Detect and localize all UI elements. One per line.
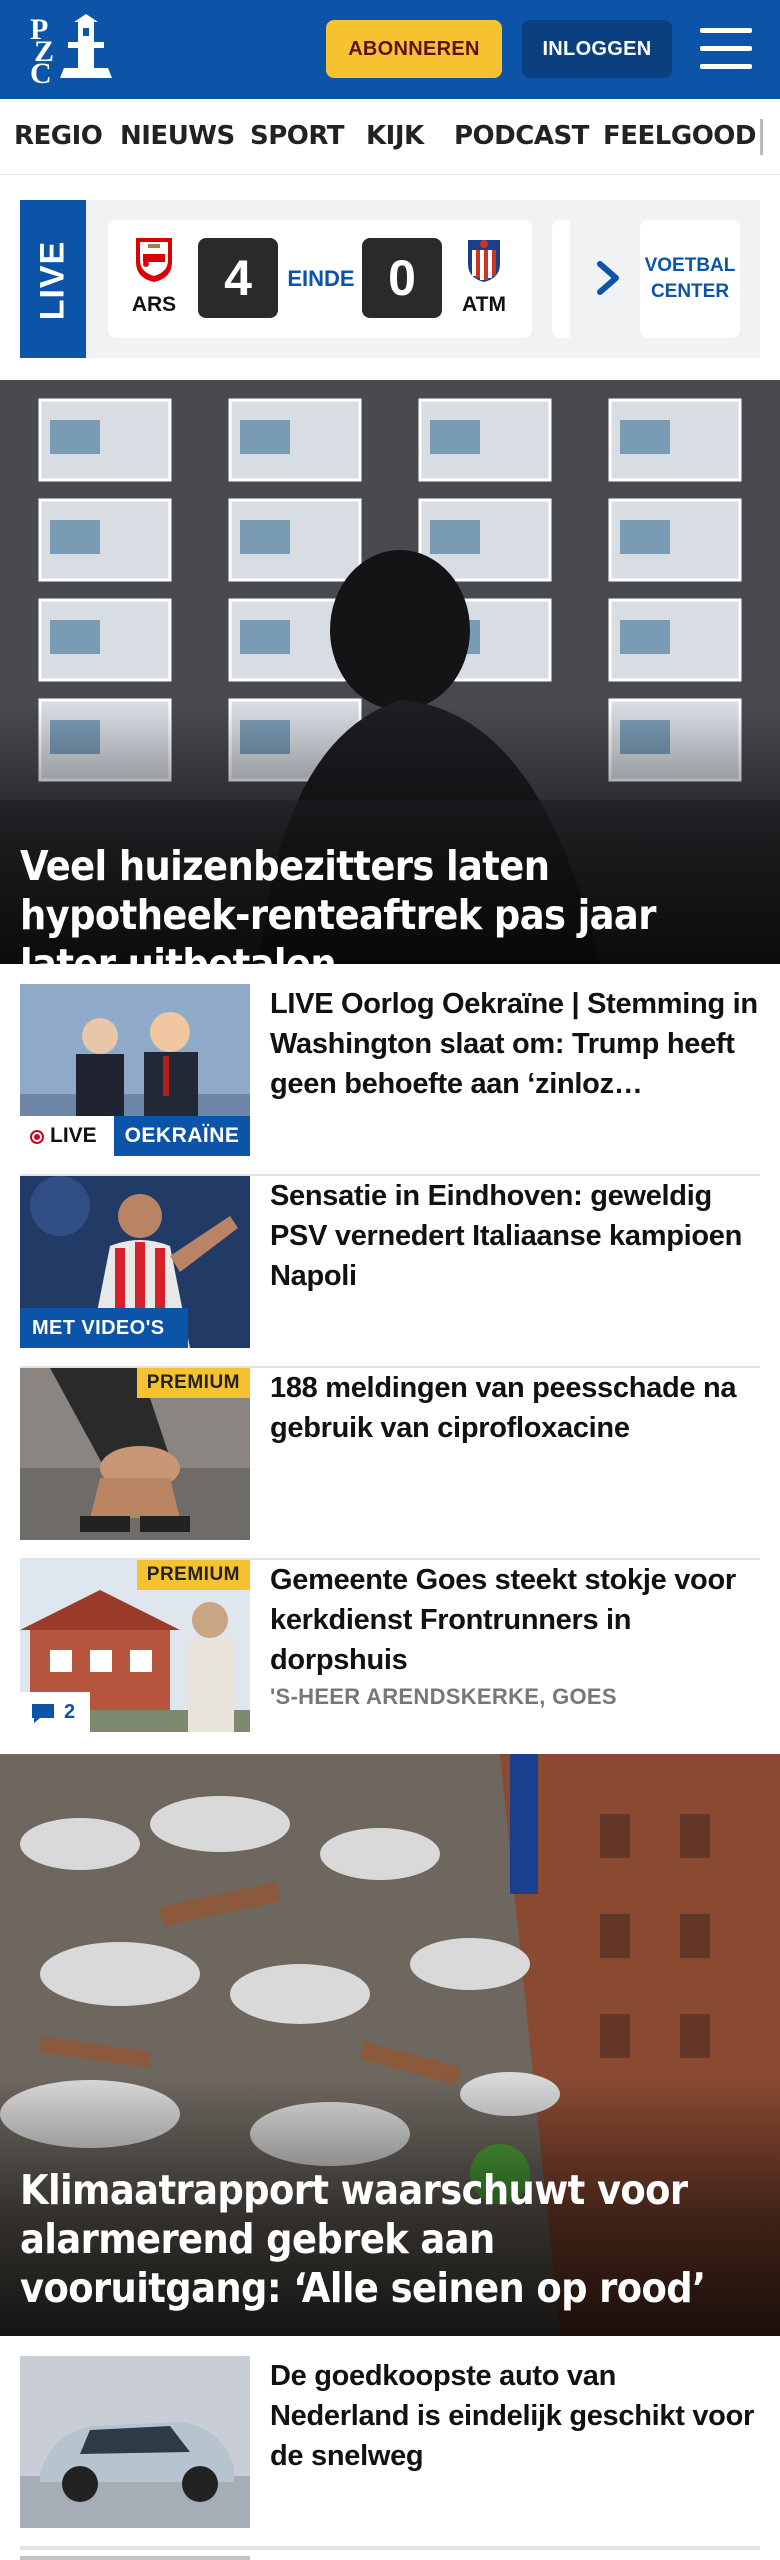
section-nav: REGIO NIEUWS SPORT KIJK PODCAST FEELGOOD: [0, 99, 780, 175]
nav-item-kijk[interactable]: KIJK: [366, 121, 424, 151]
match-status: EINDE: [287, 266, 355, 291]
article-title[interactable]: De goedkoopste auto van Nederland is ein…: [270, 2356, 760, 2476]
live-tag: LIVE: [20, 200, 86, 358]
live-badge: LIVE: [20, 1116, 114, 1156]
list-item[interactable]: PREMIUM 2 Gemeente Goes steekt stokje vo…: [20, 1560, 760, 1750]
comments-badge[interactable]: 2: [20, 1692, 90, 1732]
nav-scroll-indicator: [760, 119, 780, 155]
article-title[interactable]: LIVE Oorlog Oekraïne | Stemming in Washi…: [270, 984, 760, 1104]
nav-item-podcast[interactable]: PODCAST: [454, 121, 589, 151]
hero-title[interactable]: Klimaatrapport waarschuwt voor alarmeren…: [20, 2166, 760, 2313]
next-list-item-stub: [20, 2548, 760, 2560]
article-title[interactable]: 188 meldingen van peesschade na gebruik …: [270, 1368, 760, 1448]
section-badge: OEKRAÏNE: [114, 1116, 250, 1156]
list-item[interactable]: De goedkoopste auto van Nederland is ein…: [20, 2356, 760, 2548]
premium-badge: PREMIUM: [136, 1368, 250, 1398]
chevron-right-icon[interactable]: [590, 258, 626, 298]
site-header: P Z C ABONNEREN INLOGGEN: [0, 0, 780, 99]
nav-item-feelgood[interactable]: FEELGOOD: [603, 121, 756, 151]
atletico-crest-icon: [468, 240, 500, 282]
list-item[interactable]: PREMIUM 188 meldingen van peesschade na …: [20, 1368, 760, 1560]
article-thumbnail: MET VIDEO'S: [20, 1176, 250, 1348]
hamburger-menu-icon[interactable]: [700, 26, 752, 72]
hero-title[interactable]: Veel huizenbezitters laten hypotheek-ren…: [20, 842, 760, 964]
live-scores-bar: LIVE ARS 4 EINDE 0 ATM VOETBAL CENTER: [20, 200, 760, 358]
pzc-logo[interactable]: P Z C: [28, 14, 112, 90]
match-card[interactable]: ARS 4 EINDE 0 ATM: [108, 220, 532, 338]
arsenal-crest-icon: [136, 238, 172, 282]
away-score: 0: [362, 238, 442, 318]
nav-item-sport[interactable]: SPORT: [250, 121, 344, 151]
article-thumbnail: LIVE OEKRAÏNE: [20, 984, 250, 1156]
article-thumbnail: [20, 2356, 250, 2528]
live-dot-icon: [30, 1130, 44, 1144]
away-team-abbr: ATM: [462, 293, 506, 316]
article-thumbnail: PREMIUM 2: [20, 1560, 250, 1732]
comment-bubble-icon: [32, 1704, 54, 1723]
subscribe-button[interactable]: ABONNEREN: [326, 20, 502, 78]
nav-item-nieuws[interactable]: NIEUWS: [120, 121, 235, 151]
hero-article-housing[interactable]: Veel huizenbezitters laten hypotheek-ren…: [0, 380, 780, 964]
nav-item-regio[interactable]: REGIO: [14, 121, 103, 151]
article-location: 'S-HEER ARENDSKERKE, GOES: [270, 1684, 617, 1709]
hero-article-climate[interactable]: Klimaatrapport waarschuwt voor alarmeren…: [0, 1754, 780, 2336]
home-team: ARS: [126, 234, 182, 317]
list-item[interactable]: LIVE OEKRAÏNE LIVE Oorlog Oekraïne | Ste…: [20, 984, 760, 1176]
list-item[interactable]: MET VIDEO'S Sensatie in Eindhoven: gewel…: [20, 1176, 760, 1368]
home-score: 4: [198, 238, 278, 318]
football-center-link[interactable]: VOETBAL CENTER: [640, 220, 740, 338]
login-button[interactable]: INLOGGEN: [522, 20, 672, 78]
next-match-card-stub[interactable]: [552, 220, 570, 338]
video-badge: MET VIDEO'S: [20, 1308, 188, 1348]
home-team-abbr: ARS: [131, 293, 177, 316]
premium-badge: PREMIUM: [136, 1560, 250, 1590]
logo-letter-c: C: [30, 57, 52, 90]
article-title[interactable]: Gemeente Goes steekt stokje voor kerkdie…: [270, 1560, 760, 1680]
thumbnail-image-car: [20, 2356, 250, 2528]
article-thumbnail: PREMIUM: [20, 1368, 250, 1540]
away-team: ATM: [456, 234, 512, 317]
article-title[interactable]: Sensatie in Eindhoven: geweldig PSV vern…: [270, 1176, 760, 1296]
